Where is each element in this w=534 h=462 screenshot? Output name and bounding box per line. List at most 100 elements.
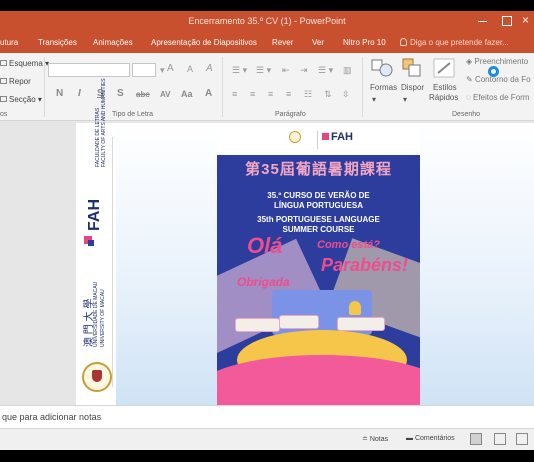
bold-button[interactable]: N (56, 88, 63, 99)
slide-sorter-view-icon[interactable] (494, 433, 506, 445)
arrange-label[interactable]: Dispor (401, 83, 424, 92)
poster-header: FAH (217, 125, 420, 155)
layout-icon (0, 60, 7, 66)
quick-styles-label[interactable]: Estilos (433, 83, 457, 92)
notes-toggle-label: Notas (369, 436, 389, 443)
font-size-down-icon[interactable]: ▾ (160, 65, 165, 76)
align-right-icon[interactable]: ≡ (268, 89, 273, 99)
status-bar: ≐ Notas ▬ Comentários (0, 428, 534, 450)
lightbulb-icon (400, 38, 407, 46)
illustration-book (279, 315, 319, 329)
greeting-obrigada: Obrigada (237, 275, 290, 289)
section-button[interactable]: Secção ▾ (0, 95, 42, 104)
shrink-font-icon[interactable]: A (187, 64, 193, 74)
tab-design[interactable]: utura (0, 38, 18, 47)
fah-vertical-text: FAH (86, 199, 103, 231)
char-spacing-button[interactable]: AV (160, 90, 171, 99)
tab-slideshow[interactable]: Apresentação de Diapositivos (151, 38, 257, 47)
font-name-combo[interactable] (48, 63, 130, 77)
ribbon-separator (44, 57, 45, 117)
align-text-icon[interactable]: ⇳ (342, 89, 350, 100)
notes-placeholder: que para adicionar notas (2, 412, 102, 422)
reset-icon (0, 78, 7, 84)
shadow-button[interactable]: S (117, 88, 124, 99)
quick-styles-icon[interactable] (432, 57, 456, 79)
mouse-cursor-indicator (488, 66, 499, 77)
greeting-como-esta: Como está? (317, 239, 380, 251)
reset-button[interactable]: Repor (0, 77, 31, 86)
font-color-button[interactable]: A (205, 88, 212, 99)
drawing-group-label: Desenho (452, 111, 481, 118)
arrange-dropdown-icon[interactable]: ▾ (403, 95, 407, 104)
normal-view-icon[interactable] (470, 433, 482, 445)
justify-icon[interactable]: ≡ (286, 89, 291, 99)
slide-canvas[interactable]: FAH FACULDADE DE LETRAS FACULTY OF ARTS … (76, 78, 534, 405)
layout-button[interactable]: Esquema ▾ (0, 59, 49, 68)
tab-nitro[interactable]: Nitro Pro 10 (343, 38, 386, 47)
tab-animations[interactable]: Animações (93, 38, 133, 47)
shape-fill-button[interactable]: ◈ Preenchimento (466, 57, 528, 66)
divider-line (112, 137, 113, 387)
layout-label: Esquema (9, 59, 43, 68)
tell-me-text: Diga o que pretende fazer... (410, 38, 509, 47)
university-en-text: UNIVERSITY OF MACAU (100, 289, 106, 347)
strikethrough-button[interactable]: abc (136, 90, 150, 99)
shapes-label[interactable]: Formas (370, 83, 397, 92)
decrease-indent-icon[interactable]: ⇤ (282, 65, 290, 76)
paragraph-group-label: Parágrafo (275, 111, 306, 118)
shapes-icon[interactable] (370, 57, 394, 79)
align-left-icon[interactable]: ≡ (232, 89, 237, 99)
fah-logo-mark-2 (88, 240, 94, 246)
clear-format-icon[interactable]: A (206, 63, 213, 74)
poster-title-en-line1: 35th PORTUGUESE LANGUAGE (257, 215, 380, 224)
poster-fah-mark (322, 133, 329, 140)
arrange-icon[interactable] (400, 57, 424, 79)
tell-me-box[interactable]: Diga o que pretende fazer... (400, 38, 509, 47)
notes-pane[interactable]: que para adicionar notas (0, 405, 534, 428)
screen-bottom-edge (0, 450, 534, 462)
tab-review[interactable]: Rever (272, 38, 293, 47)
change-case-button[interactable]: Aa (181, 89, 193, 99)
text-direction-icon[interactable]: ⇅ (324, 89, 332, 100)
italic-button[interactable]: I (78, 88, 81, 99)
line-spacing-icon[interactable]: ☰ ▾ (318, 65, 333, 76)
comments-toggle[interactable]: ▬ Comentários (406, 435, 455, 442)
reset-label: Repor (9, 77, 31, 86)
notes-icon: ≐ (362, 436, 368, 443)
tab-transitions[interactable]: Transições (38, 38, 77, 47)
shape-outline-button[interactable]: ✎ Contorno da Fo (466, 75, 531, 84)
bullets-icon[interactable]: ☰ ▾ (232, 65, 247, 76)
quick-styles-label-2[interactable]: Rápidos (429, 93, 458, 102)
slide-workspace: FAH FACULDADE DE LETRAS FACULTY OF ARTS … (0, 78, 534, 405)
ribbon-separator (222, 57, 223, 117)
fah-logo-vertical: FAH (84, 181, 108, 251)
university-seal-logo (82, 362, 112, 392)
align-center-icon[interactable]: ≡ (250, 89, 255, 99)
close-button[interactable]: × (520, 13, 534, 28)
reading-view-icon[interactable] (516, 433, 528, 445)
poster-title-pt-line1: 35.º CURSO DE VERÃO DE (267, 191, 370, 200)
tab-view[interactable]: Ver (312, 38, 324, 47)
shape-effects-button[interactable]: ◌ Efeitos de Form (466, 93, 529, 102)
illustration-reader-figure (349, 301, 361, 315)
ribbon-separator (362, 57, 363, 117)
maximize-button[interactable] (500, 14, 514, 28)
illustration-pink-band (217, 355, 420, 405)
slides-group-label: os (0, 111, 8, 118)
columns-icon[interactable]: ▥ (343, 65, 352, 76)
title-bar: Encerramento 35.º CV (1) - PowerPoint × (0, 11, 534, 33)
poster-seal-icon (289, 131, 301, 143)
increase-indent-icon[interactable]: ⇥ (300, 65, 308, 76)
greeting-parabens: Parabéns! (321, 255, 409, 275)
minimize-button[interactable] (476, 14, 490, 28)
poster-header-divider (317, 131, 318, 149)
distributed-icon[interactable]: ☷ (304, 89, 312, 100)
shapes-dropdown-icon[interactable]: ▾ (372, 95, 376, 104)
grow-font-icon[interactable]: A (167, 63, 174, 74)
font-group-label: Tipo de Letra (112, 111, 153, 118)
poster-title-pt-line2: LÍNGUA PORTUGUESA (273, 201, 364, 210)
numbering-icon[interactable]: ☰ ▾ (256, 65, 271, 76)
font-size-combo[interactable] (132, 63, 156, 77)
poster-title-english: 35th PORTUGUESE LANGUAGE SUMMER COURSE (217, 215, 420, 235)
notes-toggle[interactable]: ≐ Notas (362, 435, 388, 443)
